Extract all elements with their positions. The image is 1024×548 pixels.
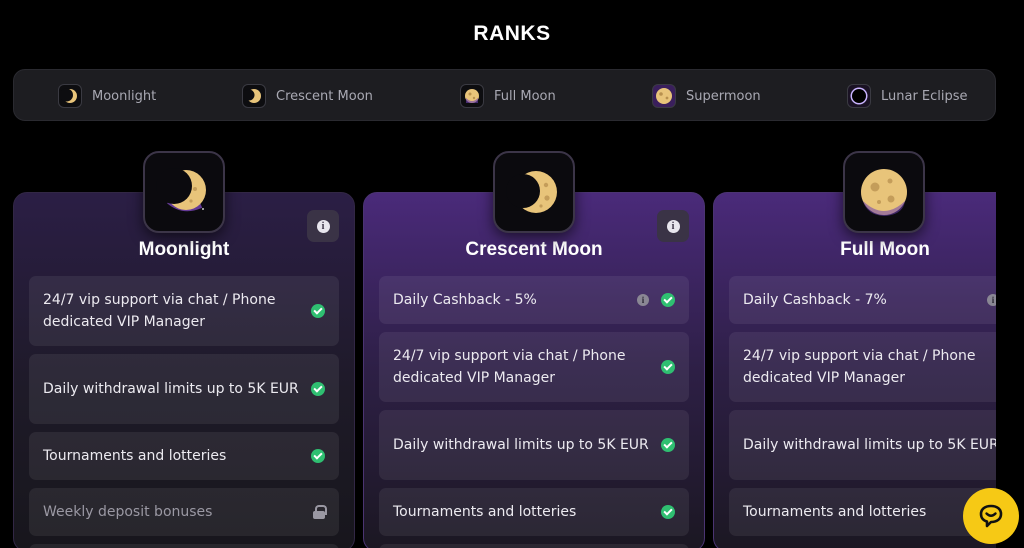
tab-moonlight[interactable]: Moonlight — [58, 83, 156, 109]
feature-text: Tournaments and lotteries — [43, 448, 227, 464]
full-moon-icon — [460, 84, 484, 108]
rank-card-crescent-moon: i Crescent Moon Daily Cashback - 5% i 24… — [363, 192, 705, 548]
feature-item: Weekly deposit bonuses — [29, 488, 339, 536]
info-icon[interactable]: i — [987, 294, 996, 306]
feature-text: Daily Cashback - 5% — [393, 292, 537, 308]
chat-bubble-icon — [979, 504, 1003, 528]
page-title: RANKS — [473, 22, 551, 45]
tab-label: Moonlight — [92, 88, 157, 104]
feature-item: 24/7 vip support via chat / Phone dedica… — [29, 276, 339, 346]
feature-item — [29, 544, 339, 548]
feature-text: Tournaments and lotteries — [393, 504, 577, 520]
chat-button[interactable] — [963, 488, 1019, 544]
moonlight-icon — [58, 84, 82, 108]
tab-label: Full Moon — [494, 88, 556, 104]
check-circle-icon — [661, 293, 675, 307]
check-circle-icon — [661, 438, 675, 452]
check-circle-icon — [661, 505, 675, 519]
rank-card-full-moon: Full Moon Daily Cashback - 7% i 24/7 vip… — [713, 192, 996, 548]
info-button[interactable]: i — [657, 210, 689, 242]
info-icon: i — [666, 219, 680, 233]
info-button[interactable]: i — [307, 210, 339, 242]
moonlight-badge-icon — [143, 151, 225, 233]
full-moon-badge-icon — [843, 151, 925, 233]
feature-text: Daily Cashback - 7% — [743, 292, 887, 308]
feature-text: Tournaments and lotteries — [743, 504, 927, 520]
feature-text: Daily withdrawal limits up to 5K EUR — [743, 437, 996, 453]
feature-text: Daily withdrawal limits up to 5K EUR — [43, 381, 299, 397]
check-circle-icon — [661, 360, 675, 374]
card-title: Full Moon — [840, 239, 930, 260]
feature-item: 24/7 vip support via chat / Phone dedica… — [729, 332, 996, 402]
crescent-moon-icon — [242, 84, 266, 108]
feature-text: Weekly deposit bonuses — [43, 504, 213, 520]
feature-item: Daily Cashback - 7% i — [729, 276, 996, 324]
rank-tabs: Moonlight Crescent Moon Full Moon Superm… — [13, 69, 996, 121]
tab-crescent-moon[interactable]: Crescent Moon — [242, 83, 373, 109]
tab-lunar-eclipse[interactable]: Lunar Eclipse — [847, 83, 968, 109]
card-title: Crescent Moon — [465, 239, 603, 260]
check-circle-icon — [311, 449, 325, 463]
feature-item: Daily withdrawal limits up to 5K EUR — [379, 410, 689, 480]
card-title: Moonlight — [138, 239, 230, 260]
tab-label: Lunar Eclipse — [881, 88, 968, 104]
rank-card-moonlight: i Moonlight 24/7 vip support via chat / … — [13, 192, 355, 548]
tab-supermoon[interactable]: Supermoon — [652, 83, 761, 109]
tab-label: Supermoon — [686, 88, 761, 104]
feature-text: Daily withdrawal limits up to 5K EUR — [393, 437, 649, 453]
feature-item: Tournaments and lotteries — [379, 488, 689, 536]
crescent-moon-badge-icon — [493, 151, 575, 233]
feature-item: Daily withdrawal limits up to 5K EUR — [729, 410, 996, 480]
tab-label: Crescent Moon — [276, 88, 373, 104]
supermoon-icon — [652, 84, 676, 108]
feature-text: 24/7 vip support via chat / Phone dedica… — [393, 348, 626, 386]
info-icon: i — [316, 219, 330, 233]
feature-text: 24/7 vip support via chat / Phone dedica… — [43, 292, 276, 330]
feature-item: 24/7 vip support via chat / Phone dedica… — [379, 332, 689, 402]
feature-item — [379, 544, 689, 548]
feature-item: Daily withdrawal limits up to 5K EUR — [29, 354, 339, 424]
feature-item: Daily Cashback - 5% i — [379, 276, 689, 324]
feature-item: Tournaments and lotteries — [29, 432, 339, 480]
info-icon[interactable]: i — [637, 294, 649, 306]
feature-item: Tournaments and lotteries — [729, 488, 996, 536]
check-circle-icon — [311, 304, 325, 318]
check-circle-icon — [311, 382, 325, 396]
tab-full-moon[interactable]: Full Moon — [460, 83, 556, 109]
feature-text: 24/7 vip support via chat / Phone dedica… — [743, 348, 976, 386]
lunar-eclipse-icon — [847, 84, 871, 108]
lock-icon — [313, 505, 327, 519]
